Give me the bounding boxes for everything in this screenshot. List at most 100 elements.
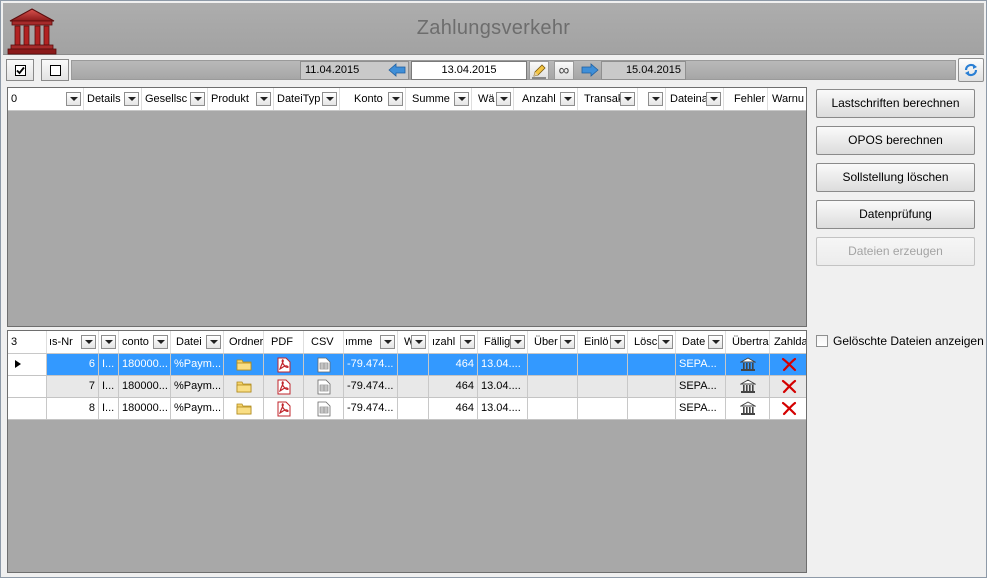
table-row[interactable]: 8 I... 180000... %Paym... -79.474... 464 13.04… [8, 398, 806, 420]
geloeschte-dateien-checkbox[interactable] [816, 335, 828, 347]
table-cell[interactable] [770, 376, 806, 397]
col-produkt[interactable]: Produkt [208, 88, 274, 110]
table-cell[interactable] [264, 398, 304, 419]
col-anzahl-b[interactable]: ızahl [429, 331, 478, 353]
chevron-down-icon[interactable] [648, 92, 663, 106]
table-cell[interactable]: I... [99, 354, 119, 375]
col-anzahl[interactable]: Anzahl [514, 88, 578, 110]
chevron-down-icon[interactable] [124, 92, 139, 106]
col-details[interactable]: Details [84, 88, 142, 110]
table-cell[interactable] [770, 354, 806, 375]
col-warnung[interactable]: Warnu [768, 88, 806, 110]
table-cell[interactable]: 6 [47, 354, 99, 375]
chevron-down-icon[interactable] [610, 335, 625, 349]
table-cell[interactable] [726, 398, 770, 419]
table-cell[interactable]: -79.474... [344, 398, 398, 419]
opos-berechnen-button[interactable]: OPOS berechnen [816, 126, 975, 155]
chevron-down-icon[interactable] [322, 92, 337, 106]
bottom-grid[interactable]: 3 ıs-Nr conto Datei Ordner PDF CSV ımme … [7, 330, 807, 573]
table-cell[interactable] [224, 354, 264, 375]
refresh-button[interactable] [958, 58, 984, 82]
table-cell[interactable] [578, 376, 628, 397]
table-cell[interactable]: 464 [429, 354, 478, 375]
chevron-down-icon[interactable] [620, 92, 635, 106]
col-waehrung[interactable]: Wä [472, 88, 514, 110]
col-unnamed[interactable] [638, 88, 666, 110]
chevron-down-icon[interactable] [153, 335, 168, 349]
table-cell[interactable] [224, 376, 264, 397]
red-x-icon[interactable] [781, 357, 797, 372]
col-summe[interactable]: Summe [406, 88, 472, 110]
chevron-down-icon[interactable] [388, 92, 403, 106]
col-fehler[interactable]: Fehler [724, 88, 768, 110]
chevron-down-icon[interactable] [496, 92, 511, 106]
col-konto-b[interactable]: conto [119, 331, 171, 353]
red-x-icon[interactable] [781, 379, 797, 394]
table-cell[interactable]: %Paym... [171, 376, 224, 397]
chevron-down-icon[interactable] [510, 335, 525, 349]
top-grid[interactable]: 0 Details Gesellsc Produkt DateiTyp Kont… [7, 87, 807, 327]
col-transaktion[interactable]: Transak [578, 88, 638, 110]
table-cell[interactable]: 13.04.... [478, 354, 528, 375]
table-cell[interactable] [628, 376, 676, 397]
table-cell[interactable] [578, 354, 628, 375]
col-summe-b[interactable]: ımme [344, 331, 398, 353]
col-gesellschaft[interactable]: Gesellsc [142, 88, 208, 110]
chevron-down-icon[interactable] [708, 335, 723, 349]
chevron-down-icon[interactable] [66, 92, 81, 106]
table-cell[interactable]: -79.474... [344, 354, 398, 375]
table-cell[interactable] [528, 376, 578, 397]
table-cell[interactable]: 180000... [119, 376, 171, 397]
table-cell[interactable]: 464 [429, 376, 478, 397]
chevron-down-icon[interactable] [256, 92, 271, 106]
col-dateiname[interactable]: Dateina [666, 88, 724, 110]
chevron-down-icon[interactable] [190, 92, 205, 106]
table-cell[interactable]: 13.04.... [478, 398, 528, 419]
chevron-down-icon[interactable] [411, 335, 426, 349]
top-grid-count-header[interactable]: 0 [8, 88, 84, 110]
chevron-down-icon[interactable] [460, 335, 475, 349]
col-faelligkeit[interactable]: Fällig [478, 331, 528, 353]
table-cell[interactable]: I... [99, 376, 119, 397]
table-cell[interactable] [628, 354, 676, 375]
check-all-button[interactable] [6, 59, 34, 81]
chevron-down-icon[interactable] [101, 335, 116, 349]
geloeschte-dateien-option[interactable]: Gelöschte Dateien anzeigen [816, 333, 984, 349]
table-cell[interactable]: SEPA... [676, 354, 726, 375]
row-header-cell[interactable] [8, 354, 47, 375]
table-cell[interactable] [304, 354, 344, 375]
lastschriften-berechnen-button[interactable]: Lastschriften berechnen [816, 89, 975, 118]
sollstellung-loeschen-button[interactable]: Sollstellung löschen [816, 163, 975, 192]
chevron-down-icon[interactable] [658, 335, 673, 349]
table-cell[interactable] [304, 398, 344, 419]
table-cell[interactable] [264, 354, 304, 375]
table-row[interactable]: 7 I... 180000... %Paym... -79.474... 464 13.04… [8, 376, 806, 398]
table-cell[interactable]: I... [99, 398, 119, 419]
table-cell[interactable] [304, 376, 344, 397]
table-cell[interactable]: SEPA... [676, 398, 726, 419]
table-cell[interactable] [528, 354, 578, 375]
table-cell[interactable] [770, 398, 806, 419]
col-i[interactable] [99, 331, 119, 353]
table-cell[interactable]: 13.04.... [478, 376, 528, 397]
uncheck-all-button[interactable] [41, 59, 69, 81]
table-row[interactable]: 6 I... 180000... %Paym... -79.474... 464 13.04… [8, 354, 806, 376]
col-ueber[interactable]: Über [528, 331, 578, 353]
col-loeschung[interactable]: Lösc [628, 331, 676, 353]
table-cell[interactable]: 180000... [119, 398, 171, 419]
dateien-erzeugen-button[interactable]: Dateien erzeugen [816, 237, 975, 266]
table-cell[interactable] [264, 376, 304, 397]
col-einloesung[interactable]: Einlö [578, 331, 628, 353]
table-cell[interactable]: -79.474... [344, 376, 398, 397]
chevron-down-icon[interactable] [560, 92, 575, 106]
table-cell[interactable] [726, 376, 770, 397]
table-cell[interactable]: 7 [47, 376, 99, 397]
table-cell[interactable]: %Paym... [171, 354, 224, 375]
arrow-left-icon[interactable] [388, 62, 406, 78]
table-cell[interactable] [398, 398, 429, 419]
chevron-down-icon[interactable] [454, 92, 469, 106]
table-cell[interactable] [398, 354, 429, 375]
col-waehrung-b[interactable]: W [398, 331, 429, 353]
col-konto[interactable]: Konto [340, 88, 406, 110]
chevron-down-icon[interactable] [706, 92, 721, 106]
